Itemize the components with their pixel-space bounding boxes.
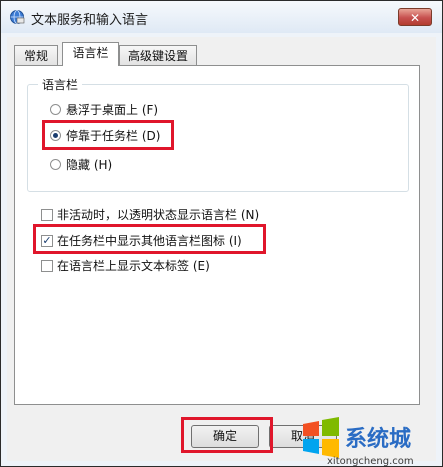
checkbox-label: 非活动时，以透明状态显示语言栏 (N) <box>57 208 260 222</box>
tab-panel-language-bar: 语言栏 悬浮于桌面上 (F) 停靠于任务栏 (D) 隐藏 (H) 非活动时，以透… <box>14 65 420 405</box>
windows-logo-icon <box>303 417 339 458</box>
radio-hidden[interactable]: 隐藏 (H) <box>50 157 250 173</box>
title-bar[interactable]: 文本服务和输入语言 ✕ <box>1 1 442 33</box>
checkbox-label: 在语言栏上显示文本标签 (E) <box>57 259 210 273</box>
watermark-brand: 系统城 <box>345 426 411 452</box>
checkbox[interactable] <box>41 209 53 221</box>
globe-keyboard-icon <box>10 10 25 24</box>
highlight-box <box>33 224 266 254</box>
tab-general[interactable]: 常规 <box>14 45 58 65</box>
language-bar-group: 语言栏 悬浮于桌面上 (F) 停靠于任务栏 (D) 隐藏 (H) <box>27 76 409 192</box>
dialog-body: 常规 语言栏 高级键设置 语言栏 悬浮于桌面上 (F) 停靠于任务栏 (D) 隐… <box>7 37 436 461</box>
highlight-box <box>181 417 273 453</box>
highlight-box <box>42 120 174 150</box>
group-title: 语言栏 <box>38 76 83 93</box>
radio-float-on-desktop[interactable]: 悬浮于桌面上 (F) <box>50 102 250 118</box>
tab-advanced-key-settings[interactable]: 高级键设置 <box>119 45 197 65</box>
watermark-url: xitongcheng.com <box>327 456 414 466</box>
radio-label: 隐藏 (H) <box>66 158 113 172</box>
checkbox-transparent-when-inactive[interactable]: 非活动时，以透明状态显示语言栏 (N) <box>41 207 341 223</box>
dialog-window: 文本服务和输入语言 ✕ 常规 语言栏 高级键设置 语言栏 悬浮于桌面上 (F) … <box>0 0 443 467</box>
window-title: 文本服务和输入语言 <box>31 13 149 28</box>
radio-button[interactable] <box>50 159 61 170</box>
checkbox-show-text-labels[interactable]: 在语言栏上显示文本标签 (E) <box>41 258 341 274</box>
site-watermark: 系统城 xitongcheng.com <box>303 417 414 466</box>
radio-button[interactable] <box>50 104 61 115</box>
close-button[interactable]: ✕ <box>398 8 432 26</box>
tab-language-bar[interactable]: 语言栏 <box>62 42 119 66</box>
checkbox[interactable] <box>41 260 53 272</box>
radio-label: 悬浮于桌面上 (F) <box>66 103 159 117</box>
